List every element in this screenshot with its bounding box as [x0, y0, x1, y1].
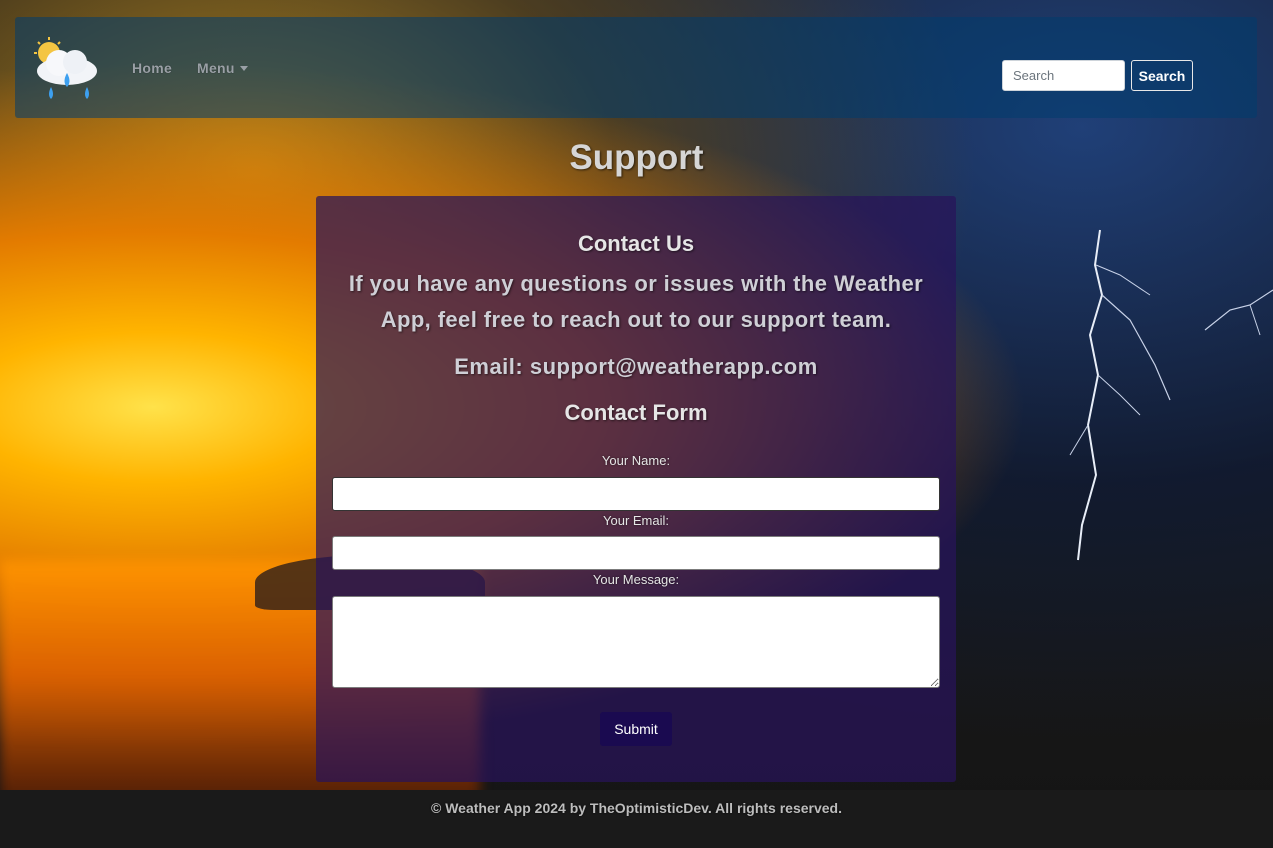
footer-copyright: © Weather App 2024 by TheOptimisticDev. … — [431, 800, 842, 816]
name-field[interactable] — [332, 477, 940, 511]
support-card: Contact Us If you have any questions or … — [316, 196, 956, 782]
nav-menu-label: Menu — [197, 60, 235, 76]
page-title: Support — [569, 138, 704, 177]
submit-button[interactable]: Submit — [600, 712, 672, 746]
background-hills — [0, 790, 1273, 848]
contact-form-heading: Contact Form — [564, 400, 708, 425]
nav-home-link[interactable]: Home — [132, 60, 172, 76]
support-email: Email: support@weatherapp.com — [454, 354, 818, 379]
search-input[interactable] — [1002, 60, 1125, 91]
weather-cloud-rain-sun-icon[interactable] — [29, 35, 105, 103]
nav-menu-dropdown[interactable]: Menu — [197, 60, 248, 76]
email-field[interactable] — [332, 536, 940, 570]
search-button[interactable]: Search — [1131, 60, 1193, 91]
message-textarea[interactable] — [332, 596, 940, 688]
lightning-bolt-icon — [1069, 229, 1171, 561]
message-label: Your Message: — [592, 572, 680, 587]
name-label: Your Name: — [601, 453, 671, 468]
navbar: Home Menu Search — [15, 17, 1257, 118]
email-label: Your Email: — [603, 513, 669, 528]
caret-down-icon — [239, 65, 248, 71]
contact-us-heading: Contact Us — [577, 231, 695, 256]
contact-intro-text: If you have any questions or issues with… — [348, 271, 924, 332]
lightning-branch-icon — [1204, 289, 1273, 336]
